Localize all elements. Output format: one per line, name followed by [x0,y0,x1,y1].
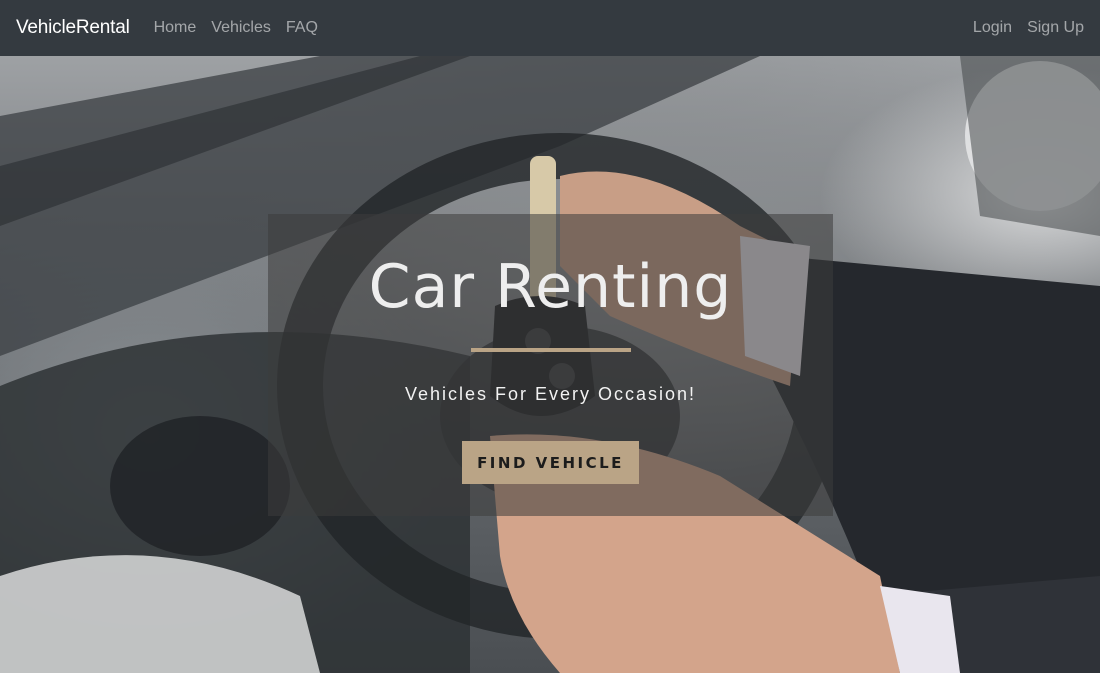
brand-logo[interactable]: VehicleRental [16,17,130,39]
nav-link-home[interactable]: Home [154,19,197,37]
signup-link[interactable]: Sign Up [1027,19,1084,37]
find-vehicle-button[interactable]: FIND VEHICLE [462,441,639,484]
hero-subtitle: Vehicles For Every Occasion! [404,384,697,404]
auth-links: Login Sign Up [973,19,1084,37]
nav-links: Home Vehicles FAQ [154,19,318,37]
title-divider [471,348,631,352]
hero-masthead: Car Renting Vehicles For Every Occasion!… [268,214,833,516]
hero-title: Car Renting [368,252,733,322]
nav-link-faq[interactable]: FAQ [286,19,318,37]
nav-link-vehicles[interactable]: Vehicles [211,19,271,37]
hero-section: Car Renting Vehicles For Every Occasion!… [0,56,1100,673]
login-link[interactable]: Login [973,19,1012,37]
top-navbar: VehicleRental Home Vehicles FAQ Login Si… [0,0,1100,56]
